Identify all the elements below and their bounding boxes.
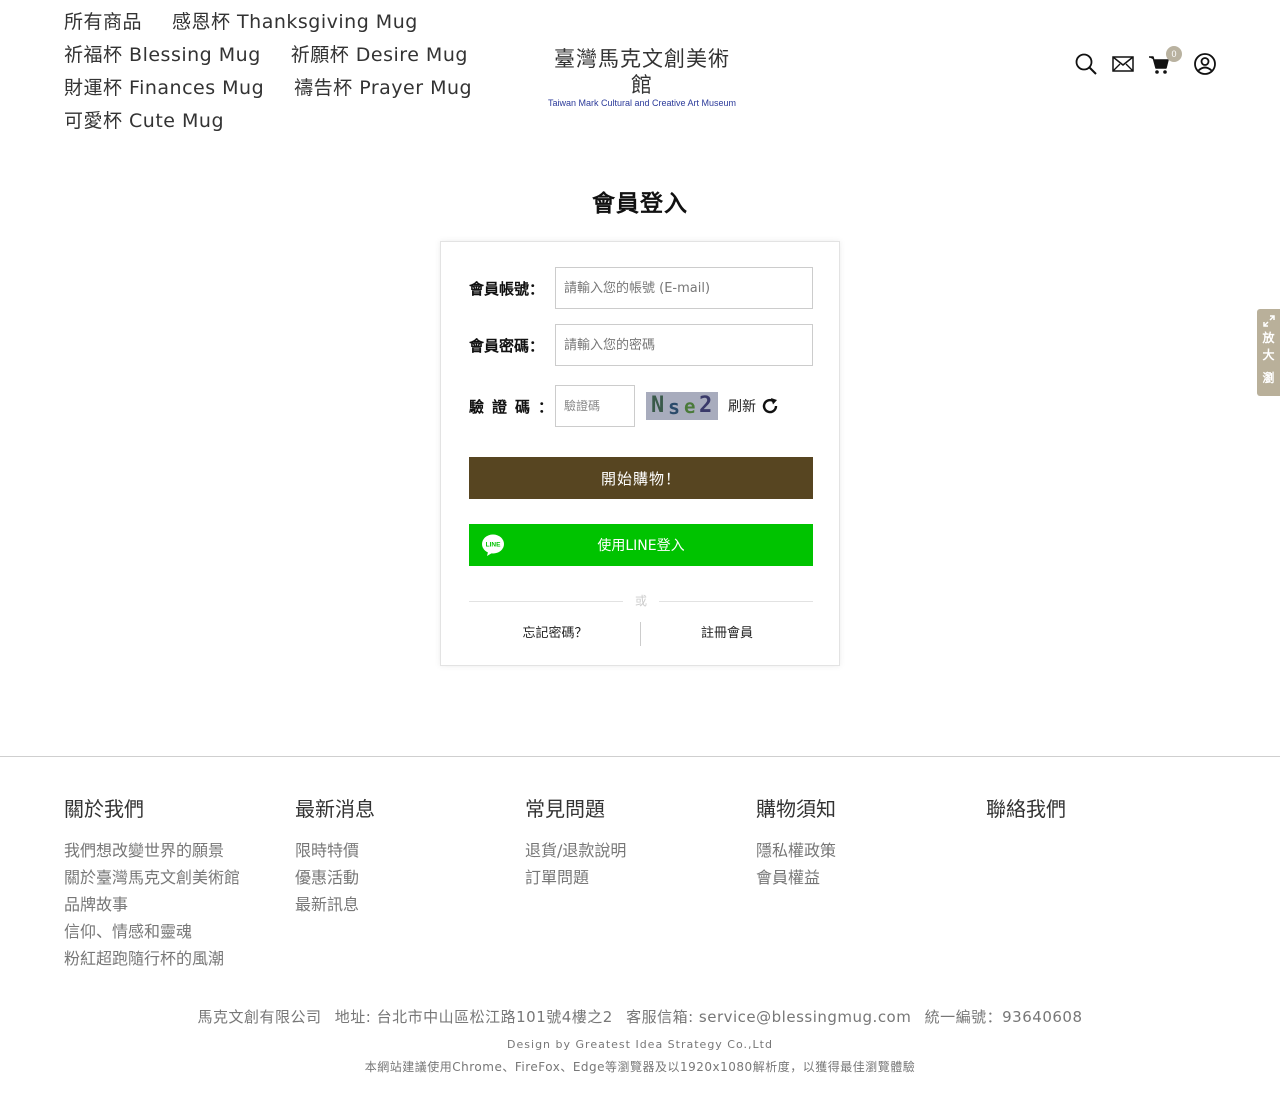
nav-finances-mug[interactable]: 財運杯 Finances Mug [64, 73, 264, 100]
or-text: 或 [634, 594, 647, 608]
captcha-char: 2 [699, 393, 713, 418]
account-row: 會員帳號： [469, 267, 813, 309]
password-input[interactable] [555, 324, 813, 366]
or-divider: 或 [469, 592, 813, 610]
browser-note: 本網站建議使用Chrome、FireFox、Edge等瀏覽器及以1920x108… [364, 1060, 916, 1074]
footer-column-faq: 常見問題 退貨/退款說明 訂單問題 [525, 793, 626, 891]
nav-desire-mug[interactable]: 祈願杯 Desire Mug [291, 40, 468, 67]
footer-column-title: 常見問題 [525, 797, 605, 821]
company-address: 地址: 台北市中山區松江路101號4樓之2 [334, 1008, 613, 1026]
company-tax-id: 統一編號：93640608 [924, 1008, 1083, 1026]
mail-icon[interactable] [1112, 52, 1138, 78]
footer-link[interactable]: 訂單問題 [525, 864, 626, 891]
site-logo[interactable]: 臺灣馬克文創美術館 Taiwan Mark Cultural and Creat… [544, 46, 740, 109]
nav-all-products[interactable]: 所有商品 [64, 7, 142, 34]
nav-row: 祈福杯 Blessing Mug 祈願杯 Desire Mug [64, 37, 467, 70]
refresh-icon [762, 398, 778, 414]
forgot-password-link[interactable]: 忘記密碼？ [469, 622, 641, 646]
company-info: 馬克文創有限公司 地址: 台北市中山區松江路101號4樓之2 客服信箱: ser… [0, 1006, 1280, 1027]
footer-link[interactable]: 優惠活動 [295, 864, 375, 891]
footer-link[interactable]: 會員權益 [756, 864, 836, 891]
captcha-image: N s e 2 [646, 392, 718, 420]
footer-column-title: 最新消息 [295, 797, 375, 821]
footer-link[interactable]: 退貨/退款說明 [525, 837, 626, 864]
links-separator [640, 622, 641, 646]
start-shopping-button[interactable]: 開始購物！ [469, 457, 813, 499]
account-links: 忘記密碼？ 註冊會員 [469, 622, 813, 646]
password-label: 會員密碼： [469, 336, 545, 355]
footer-link[interactable]: 限時特價 [295, 837, 375, 864]
footer-column-about: 關於我們 我們想改變世界的願景 關於臺灣馬克文創美術館 品牌故事 信仰、情感和靈… [64, 793, 240, 972]
captcha-char: e [684, 396, 696, 418]
nav-cute-mug[interactable]: 可愛杯 Cute Mug [64, 106, 224, 133]
main-nav: 所有商品 感恩杯 Thanksgiving Mug 祈福杯 Blessing M… [64, 4, 472, 136]
footer-column-news: 最新消息 限時特價 優惠活動 最新訊息 [295, 793, 375, 918]
zoom-side-tab[interactable]: 放 大 瀏 [1257, 309, 1280, 396]
nav-thanksgiving-mug[interactable]: 感恩杯 Thanksgiving Mug [172, 7, 418, 34]
company-email[interactable]: 客服信箱: service@blessingmug.com [626, 1008, 911, 1026]
site-header: 所有商品 感恩杯 Thanksgiving Mug 祈福杯 Blessing M… [0, 0, 1280, 140]
footer-link[interactable]: 最新訊息 [295, 891, 375, 918]
nav-row: 可愛杯 Cute Mug [64, 103, 464, 136]
footer-link[interactable]: 粉紅超跑隨行杯的風潮 [64, 945, 240, 972]
nav-row: 財運杯 Finances Mug 禱告杯 Prayer Mug [64, 70, 472, 103]
footer-column-contact: 聯絡我們 [986, 793, 1066, 837]
password-row: 會員密碼： [469, 324, 813, 366]
account-input[interactable] [555, 267, 813, 309]
site-footer: 關於我們 我們想改變世界的願景 關於臺灣馬克文創美術館 品牌故事 信仰、情感和靈… [0, 756, 1280, 1094]
footer-column-title[interactable]: 聯絡我們 [986, 793, 1066, 822]
register-link[interactable]: 註冊會員 [641, 622, 813, 646]
footer-column-shopping: 購物須知 隱私權政策 會員權益 [756, 793, 836, 891]
line-login-label: 使用LINE登入 [597, 538, 685, 554]
design-credit: Design by Greatest Idea Strategy Co.,Ltd [507, 1038, 773, 1051]
line-login-button[interactable]: LINE 使用LINE登入 [469, 524, 813, 566]
captcha-refresh-button[interactable]: 刷新 [728, 396, 780, 416]
line-logo-icon: LINE [482, 534, 504, 556]
line-logo-text: LINE [486, 542, 501, 549]
captcha-label: 驗證碼： [469, 397, 562, 416]
footer-column-title: 購物須知 [756, 797, 836, 821]
account-label: 會員帳號： [469, 279, 545, 298]
search-icon[interactable] [1074, 52, 1100, 78]
zoom-tab-char: 大 [1262, 348, 1275, 362]
footer-link[interactable]: 我們想改變世界的願景 [64, 837, 240, 864]
captcha-char: N [651, 393, 665, 418]
zoom-tab-char: 瀏 [1262, 371, 1275, 385]
nav-row: 所有商品 感恩杯 Thanksgiving Mug [64, 4, 464, 37]
page-title: 會員登入 [592, 191, 688, 217]
cart-count-badge: 0 [1166, 46, 1182, 62]
footer-link[interactable]: 關於臺灣馬克文創美術館 [64, 864, 240, 891]
nav-prayer-mug[interactable]: 禱告杯 Prayer Mug [294, 73, 472, 100]
header-icons: 0 [1074, 46, 1224, 80]
footer-column-title: 關於我們 [64, 797, 144, 821]
user-icon[interactable] [1193, 52, 1219, 78]
nav-blessing-mug[interactable]: 祈福杯 Blessing Mug [64, 40, 261, 67]
captcha-char: s [668, 395, 681, 419]
captcha-row: 驗證碼： N s e 2 刷新 [469, 385, 780, 427]
zoom-tab-char: 放 [1262, 331, 1275, 345]
refresh-label: 刷新 [728, 399, 756, 415]
cart-icon[interactable]: 0 [1148, 46, 1182, 78]
footer-link[interactable]: 信仰、情感和靈魂 [64, 918, 240, 945]
login-form: 會員帳號： 會員密碼： 驗證碼： N s e 2 刷新 開始購物！ LINE 使… [440, 241, 840, 666]
logo-english-text: Taiwan Mark Cultural and Creative Art Mu… [547, 98, 737, 108]
logo-chinese-text: 臺灣馬克文創美術館 [554, 47, 730, 97]
footer-link[interactable]: 隱私權政策 [756, 837, 836, 864]
footer-link[interactable]: 品牌故事 [64, 891, 240, 918]
company-name: 馬克文創有限公司 [197, 1008, 322, 1026]
expand-icon [1262, 315, 1275, 327]
captcha-input[interactable] [555, 385, 635, 427]
